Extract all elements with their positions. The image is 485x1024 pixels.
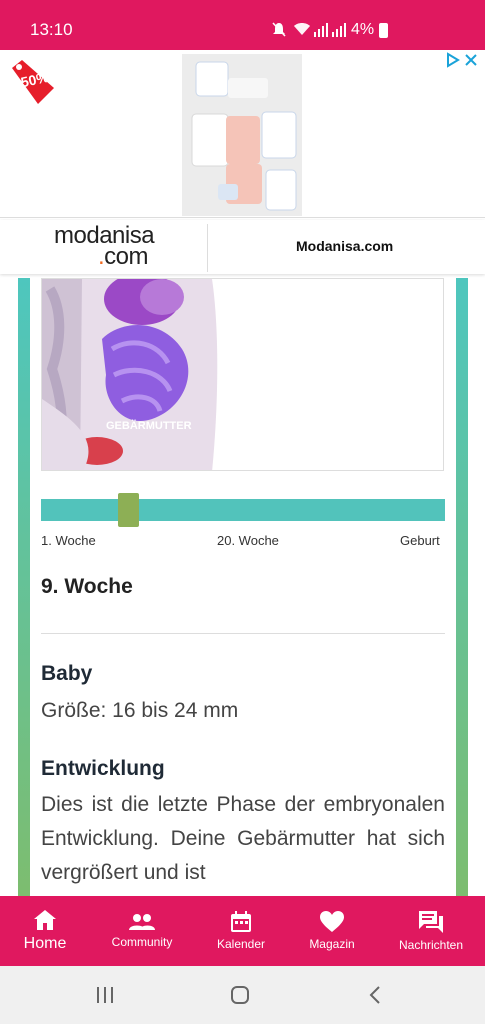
- signal-icon: [314, 23, 328, 37]
- ad-choices-icon[interactable]: [445, 52, 479, 68]
- home-icon: [34, 910, 56, 930]
- nav-magazine[interactable]: Magazin: [302, 896, 362, 966]
- baby-section-title: Baby: [41, 662, 93, 685]
- development-section-title: Entwicklung: [41, 757, 165, 780]
- brand-logo: modanisa .com: [54, 222, 155, 270]
- heart-icon: [320, 911, 344, 932]
- nav-label: Kalender: [216, 937, 266, 951]
- slider-label-start: 1. Woche: [41, 533, 96, 548]
- nav-label: Nachrichten: [398, 938, 464, 952]
- bottom-navigation: Home Community Kalender Magazin Nachrich…: [0, 896, 485, 966]
- nav-home[interactable]: Home: [20, 896, 70, 966]
- community-icon: [129, 914, 155, 930]
- ad-brand-link[interactable]: Modanisa.com: [296, 238, 393, 254]
- fetus-illustration: GEBÄRMUTTER: [41, 278, 444, 471]
- mute-icon: [272, 22, 286, 37]
- baby-size-text: Größe: 16 bis 24 mm: [41, 699, 239, 722]
- image-label: GEBÄRMUTTER: [106, 420, 192, 432]
- development-text: Dies ist die letzte Phase der embryonale…: [41, 793, 445, 884]
- nav-calendar[interactable]: Kalender: [210, 896, 272, 966]
- status-bar: 13:10 4%: [0, 0, 485, 50]
- home-button-icon[interactable]: [230, 985, 250, 1005]
- slider-label-mid: 20. Woche: [217, 533, 279, 548]
- divider: [41, 633, 445, 634]
- nav-label: Magazin: [309, 937, 355, 951]
- nav-messages[interactable]: Nachrichten: [396, 896, 466, 966]
- pregnancy-week-slider-track[interactable]: [41, 499, 445, 521]
- week-title: 9. Woche: [41, 575, 133, 598]
- status-time: 13:10: [30, 20, 73, 39]
- recent-apps-icon[interactable]: [95, 986, 115, 1004]
- back-icon[interactable]: [368, 985, 382, 1005]
- battery-percent: 4%: [351, 21, 375, 38]
- slider-thumb[interactable]: [118, 493, 139, 527]
- wifi-icon: [294, 23, 310, 35]
- battery-icon: [379, 23, 388, 38]
- chat-icon: [419, 911, 443, 933]
- nav-community[interactable]: Community: [107, 896, 177, 966]
- signal-2-icon: [332, 23, 346, 37]
- card-border-right: [456, 278, 468, 898]
- ad-product-image[interactable]: [182, 54, 302, 216]
- divider: [207, 224, 208, 272]
- nav-label: Community: [111, 935, 173, 949]
- nav-label: Home: [23, 935, 67, 952]
- calendar-icon: [231, 911, 251, 932]
- card-border-left: [18, 278, 30, 898]
- system-navigation-bar: [0, 966, 485, 1024]
- slider-label-end: Geburt: [400, 533, 440, 548]
